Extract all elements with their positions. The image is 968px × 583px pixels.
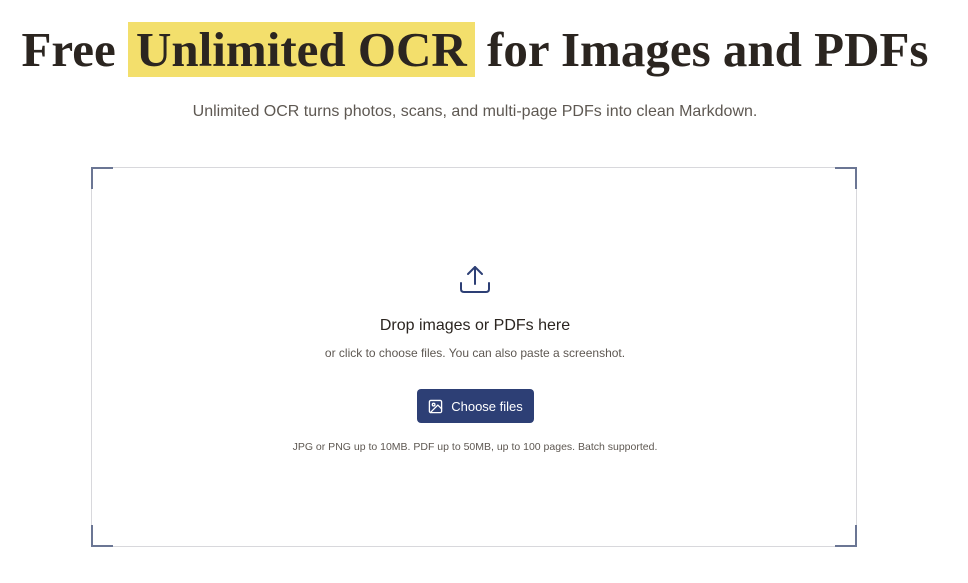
page-title: Free Unlimited OCR for Images and PDFs — [0, 14, 950, 86]
choose-files-button[interactable]: Choose files — [417, 389, 534, 423]
upload-icon — [460, 266, 490, 293]
dropzone-title: Drop images or PDFs here — [379, 317, 571, 334]
title-suffix: for Images and PDFs — [487, 22, 929, 77]
choose-files-label: Choose files — [451, 398, 523, 414]
file-limits-note: JPG or PNG up to 10MB. PDF up to 50MB, u… — [292, 441, 658, 453]
title-prefix: Free — [21, 22, 116, 77]
file-dropzone[interactable]: Drop images or PDFs here or click to cho… — [91, 167, 857, 547]
corner-top-left — [91, 167, 113, 189]
page-subtitle: Unlimited OCR turns photos, scans, and m… — [192, 103, 758, 120]
title-highlight: Unlimited OCR — [128, 22, 475, 77]
corner-top-right — [835, 167, 857, 189]
corner-bottom-right — [835, 525, 857, 547]
dropzone-subtitle: or click to choose files. You can also p… — [324, 346, 626, 360]
corner-bottom-left — [91, 525, 113, 547]
image-icon — [428, 399, 443, 413]
